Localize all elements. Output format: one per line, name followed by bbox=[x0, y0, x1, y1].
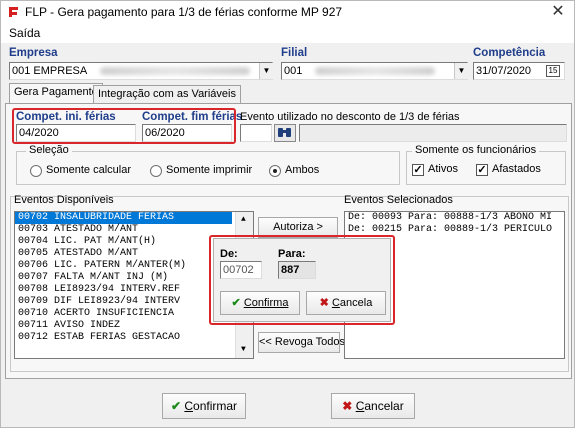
evento-desconto-description bbox=[299, 124, 567, 142]
tab-panel: Compet. ini. férias 04/2020 Compet. fim … bbox=[5, 103, 572, 379]
empresa-value: 001 EMPRESA bbox=[12, 65, 87, 77]
evento-disponivel-row[interactable]: 00707 FALTA M/ANT INJ (M) bbox=[15, 272, 232, 284]
cancelar-button[interactable]: ✖ Cancelar bbox=[331, 393, 415, 419]
redacted-empresa-name bbox=[99, 67, 250, 76]
binoculars-search-icon[interactable] bbox=[274, 124, 296, 142]
evento-disponivel-row[interactable]: 00705 ATESTADO M/ANT bbox=[15, 248, 232, 260]
confirmar-label: Confirmar bbox=[184, 399, 238, 413]
empresa-combo[interactable]: 001 EMPRESA bbox=[9, 62, 273, 80]
cancelar-label: Cancelar bbox=[355, 399, 404, 413]
radio-somente-imprimir-label: Somente imprimir bbox=[166, 164, 253, 176]
checkbox-ativos-label: Ativos bbox=[428, 163, 458, 175]
eventos-disponiveis-label: Eventos Disponíveis bbox=[14, 194, 114, 206]
evento-disponivel-row[interactable]: 00712 ESTAB FERIAS GESTACAO bbox=[15, 332, 232, 344]
competencia-value: 31/07/2020 bbox=[476, 65, 532, 77]
funcionarios-group-title: Somente os funcionários bbox=[412, 144, 540, 156]
evento-disponivel-row[interactable]: 00710 ACERTO INSUFICIENCIA bbox=[15, 308, 232, 320]
evento-disponivel-row[interactable]: 00708 LEI8923/94 INTERV.REF bbox=[15, 284, 232, 296]
filial-value: 001 bbox=[284, 65, 303, 77]
evento-disponivel-row[interactable]: 00706 LIC. PATERN M/ANTER(M) bbox=[15, 260, 232, 272]
app-logo-icon bbox=[9, 7, 18, 17]
scroll-down-icon[interactable]: ▼ bbox=[241, 345, 246, 354]
selecionado-row-1[interactable]: De: 00093 Para: 00888-1/3 ABONO MI bbox=[345, 212, 564, 224]
radio-somente-calcular[interactable] bbox=[30, 165, 42, 177]
menu-bar: Saída bbox=[1, 23, 574, 43]
filial-combo[interactable]: 001 bbox=[281, 62, 468, 80]
radio-ambos[interactable] bbox=[269, 165, 281, 177]
filial-dropdown-icon[interactable]: ▼ bbox=[454, 63, 468, 79]
check-icon: ✔ bbox=[170, 399, 182, 413]
competencia-label: Competência bbox=[473, 47, 546, 59]
evento-disponivel-row[interactable]: 00709 DIF LEI8923/94 INTERV bbox=[15, 296, 232, 308]
evento-disponivel-row[interactable]: 00702 INSALUBRIDADE FERIAS bbox=[15, 212, 232, 224]
radio-ambos-label: Ambos bbox=[285, 164, 320, 176]
empresa-dropdown-icon[interactable]: ▼ bbox=[259, 63, 273, 79]
evento-disponivel-row[interactable]: 00704 LIC. PAT M/ANT(H) bbox=[15, 236, 232, 248]
redacted-filial-name bbox=[315, 67, 436, 76]
calendar-icon[interactable]: 15 bbox=[546, 65, 560, 77]
selecao-group-title: Seleção bbox=[26, 144, 72, 156]
filial-label: Filial bbox=[281, 47, 308, 59]
tab-integracao-variaveis[interactable]: Integração com as Variáveis bbox=[93, 85, 241, 104]
window-title: FLP - Gera pagamento para 1/3 de férias … bbox=[25, 5, 343, 19]
dialog-window: FLP - Gera pagamento para 1/3 de férias … bbox=[0, 0, 575, 428]
close-icon[interactable]: ✕ bbox=[549, 3, 567, 21]
highlight-popup bbox=[209, 235, 395, 325]
radio-somente-calcular-label: Somente calcular bbox=[46, 164, 131, 176]
radio-somente-imprimir[interactable] bbox=[150, 165, 162, 177]
confirmar-button[interactable]: ✔ Confirmar bbox=[162, 393, 246, 419]
empresa-label: Empresa bbox=[9, 47, 58, 59]
highlight-compet bbox=[12, 108, 236, 144]
evento-desconto-label: Evento utilizado no desconto de 1/3 de f… bbox=[240, 111, 460, 123]
title-bar: FLP - Gera pagamento para 1/3 de férias … bbox=[1, 1, 574, 23]
checkbox-ativos[interactable]: ✓ bbox=[412, 164, 424, 176]
evento-disponivel-row[interactable]: 00703 ATESTADO M/ANT bbox=[15, 224, 232, 236]
evento-desconto-code-input[interactable] bbox=[240, 124, 272, 142]
tab-gera-pagamento[interactable]: Gera Pagamento bbox=[9, 83, 103, 104]
scroll-up-icon[interactable]: ▲ bbox=[241, 215, 246, 224]
evento-disponivel-row[interactable]: 00711 AVISO INDEZ bbox=[15, 320, 232, 332]
eventos-selecionados-label: Eventos Selecionados bbox=[344, 194, 453, 206]
x-icon: ✖ bbox=[342, 399, 353, 413]
revoga-todos-button[interactable]: << Revoga Todos bbox=[258, 332, 345, 353]
checkbox-afastados-label: Afastados bbox=[492, 163, 541, 175]
checkbox-afastados[interactable]: ✓ bbox=[476, 164, 488, 176]
menu-item-saida[interactable]: Saída bbox=[9, 26, 40, 40]
